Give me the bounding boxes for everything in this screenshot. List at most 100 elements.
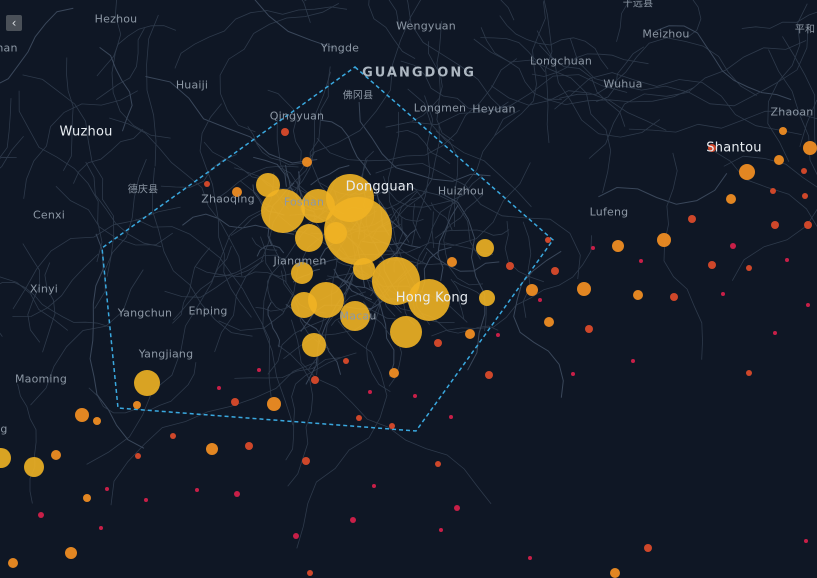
data-point[interactable]	[291, 292, 317, 318]
data-point[interactable]	[302, 157, 312, 167]
collapse-panel-button[interactable]: ‹	[6, 15, 22, 31]
data-point[interactable]	[390, 316, 422, 348]
data-point[interactable]	[479, 290, 495, 306]
data-point[interactable]	[803, 141, 817, 155]
data-point[interactable]	[256, 173, 280, 197]
data-point[interactable]	[639, 259, 643, 263]
data-point[interactable]	[721, 292, 725, 296]
place-label-hongkong: Hong Kong	[395, 290, 469, 306]
data-point[interactable]	[454, 505, 460, 511]
data-point[interactable]	[144, 498, 148, 502]
data-point[interactable]	[528, 556, 532, 560]
data-point[interactable]	[99, 526, 103, 530]
data-point[interactable]	[51, 450, 61, 460]
data-point[interactable]	[802, 193, 808, 199]
map-canvas[interactable]: Hezhou Wengyuan 千远县 Meizhou 平和 han YingdeGUANG…	[0, 0, 817, 578]
data-point[interactable]	[105, 487, 109, 491]
data-point[interactable]	[307, 570, 313, 576]
data-point[interactable]	[644, 544, 652, 552]
data-point[interactable]	[389, 423, 395, 429]
data-point[interactable]	[195, 488, 199, 492]
data-point[interactable]	[368, 390, 372, 394]
data-point[interactable]	[372, 484, 376, 488]
data-point[interactable]	[610, 568, 620, 578]
data-point[interactable]	[83, 494, 91, 502]
data-point[interactable]	[447, 257, 457, 267]
data-point[interactable]	[545, 237, 551, 243]
data-point[interactable]	[439, 528, 443, 532]
data-point[interactable]	[612, 240, 624, 252]
data-point[interactable]	[295, 224, 323, 252]
data-point[interactable]	[801, 168, 807, 174]
data-point[interactable]	[234, 491, 240, 497]
data-point[interactable]	[302, 333, 326, 357]
data-point[interactable]	[65, 547, 77, 559]
data-point[interactable]	[688, 215, 696, 223]
data-point[interactable]	[435, 461, 441, 467]
data-point[interactable]	[257, 368, 261, 372]
data-point[interactable]	[670, 293, 678, 301]
data-point[interactable]	[526, 284, 538, 296]
data-point[interactable]	[38, 512, 44, 518]
data-point[interactable]	[551, 267, 559, 275]
data-point[interactable]	[746, 265, 752, 271]
data-point[interactable]	[75, 408, 89, 422]
data-point[interactable]	[538, 298, 542, 302]
data-point[interactable]	[8, 558, 18, 568]
data-point[interactable]	[779, 127, 787, 135]
data-point[interactable]	[730, 243, 736, 249]
data-point[interactable]	[217, 386, 221, 390]
data-point[interactable]	[577, 282, 591, 296]
data-point[interactable]	[785, 258, 789, 262]
data-point[interactable]	[770, 188, 776, 194]
data-point[interactable]	[746, 370, 752, 376]
data-point[interactable]	[739, 164, 755, 180]
data-point[interactable]	[0, 448, 11, 468]
data-point[interactable]	[804, 539, 808, 543]
data-point[interactable]	[133, 401, 141, 409]
data-point[interactable]	[353, 258, 375, 280]
place-label-qingyuan: Qingyuan	[269, 109, 325, 123]
data-point[interactable]	[449, 415, 453, 419]
data-point[interactable]	[708, 261, 716, 269]
data-point[interactable]	[356, 415, 362, 421]
data-point[interactable]	[771, 221, 779, 229]
data-point[interactable]	[302, 457, 310, 465]
data-point[interactable]	[485, 371, 493, 379]
data-point[interactable]	[633, 290, 643, 300]
data-point[interactable]	[206, 443, 218, 455]
data-point[interactable]	[506, 262, 514, 270]
data-point[interactable]	[293, 533, 299, 539]
data-point[interactable]	[726, 194, 736, 204]
data-point[interactable]	[631, 359, 635, 363]
data-point[interactable]	[434, 339, 442, 347]
data-point[interactable]	[325, 222, 347, 244]
data-point[interactable]	[496, 333, 500, 337]
data-point[interactable]	[773, 331, 777, 335]
data-point[interactable]	[245, 442, 253, 450]
data-point[interactable]	[281, 128, 289, 136]
data-point[interactable]	[24, 457, 44, 477]
data-point[interactable]	[267, 397, 281, 411]
data-point[interactable]	[465, 329, 475, 339]
data-point[interactable]	[134, 370, 160, 396]
data-point[interactable]	[806, 303, 810, 307]
data-point[interactable]	[413, 394, 417, 398]
data-point[interactable]	[350, 517, 356, 523]
data-point[interactable]	[804, 221, 812, 229]
data-point[interactable]	[170, 433, 176, 439]
data-point[interactable]	[311, 376, 319, 384]
data-point[interactable]	[389, 368, 399, 378]
data-point[interactable]	[585, 325, 593, 333]
data-point[interactable]	[231, 398, 239, 406]
data-point[interactable]	[93, 417, 101, 425]
data-point[interactable]	[135, 453, 141, 459]
data-point[interactable]	[476, 239, 494, 257]
data-point[interactable]	[544, 317, 554, 327]
data-point[interactable]	[571, 372, 575, 376]
data-point[interactable]	[204, 181, 210, 187]
data-point[interactable]	[591, 246, 595, 250]
data-point[interactable]	[343, 358, 349, 364]
data-point[interactable]	[657, 233, 671, 247]
data-point[interactable]	[774, 155, 784, 165]
